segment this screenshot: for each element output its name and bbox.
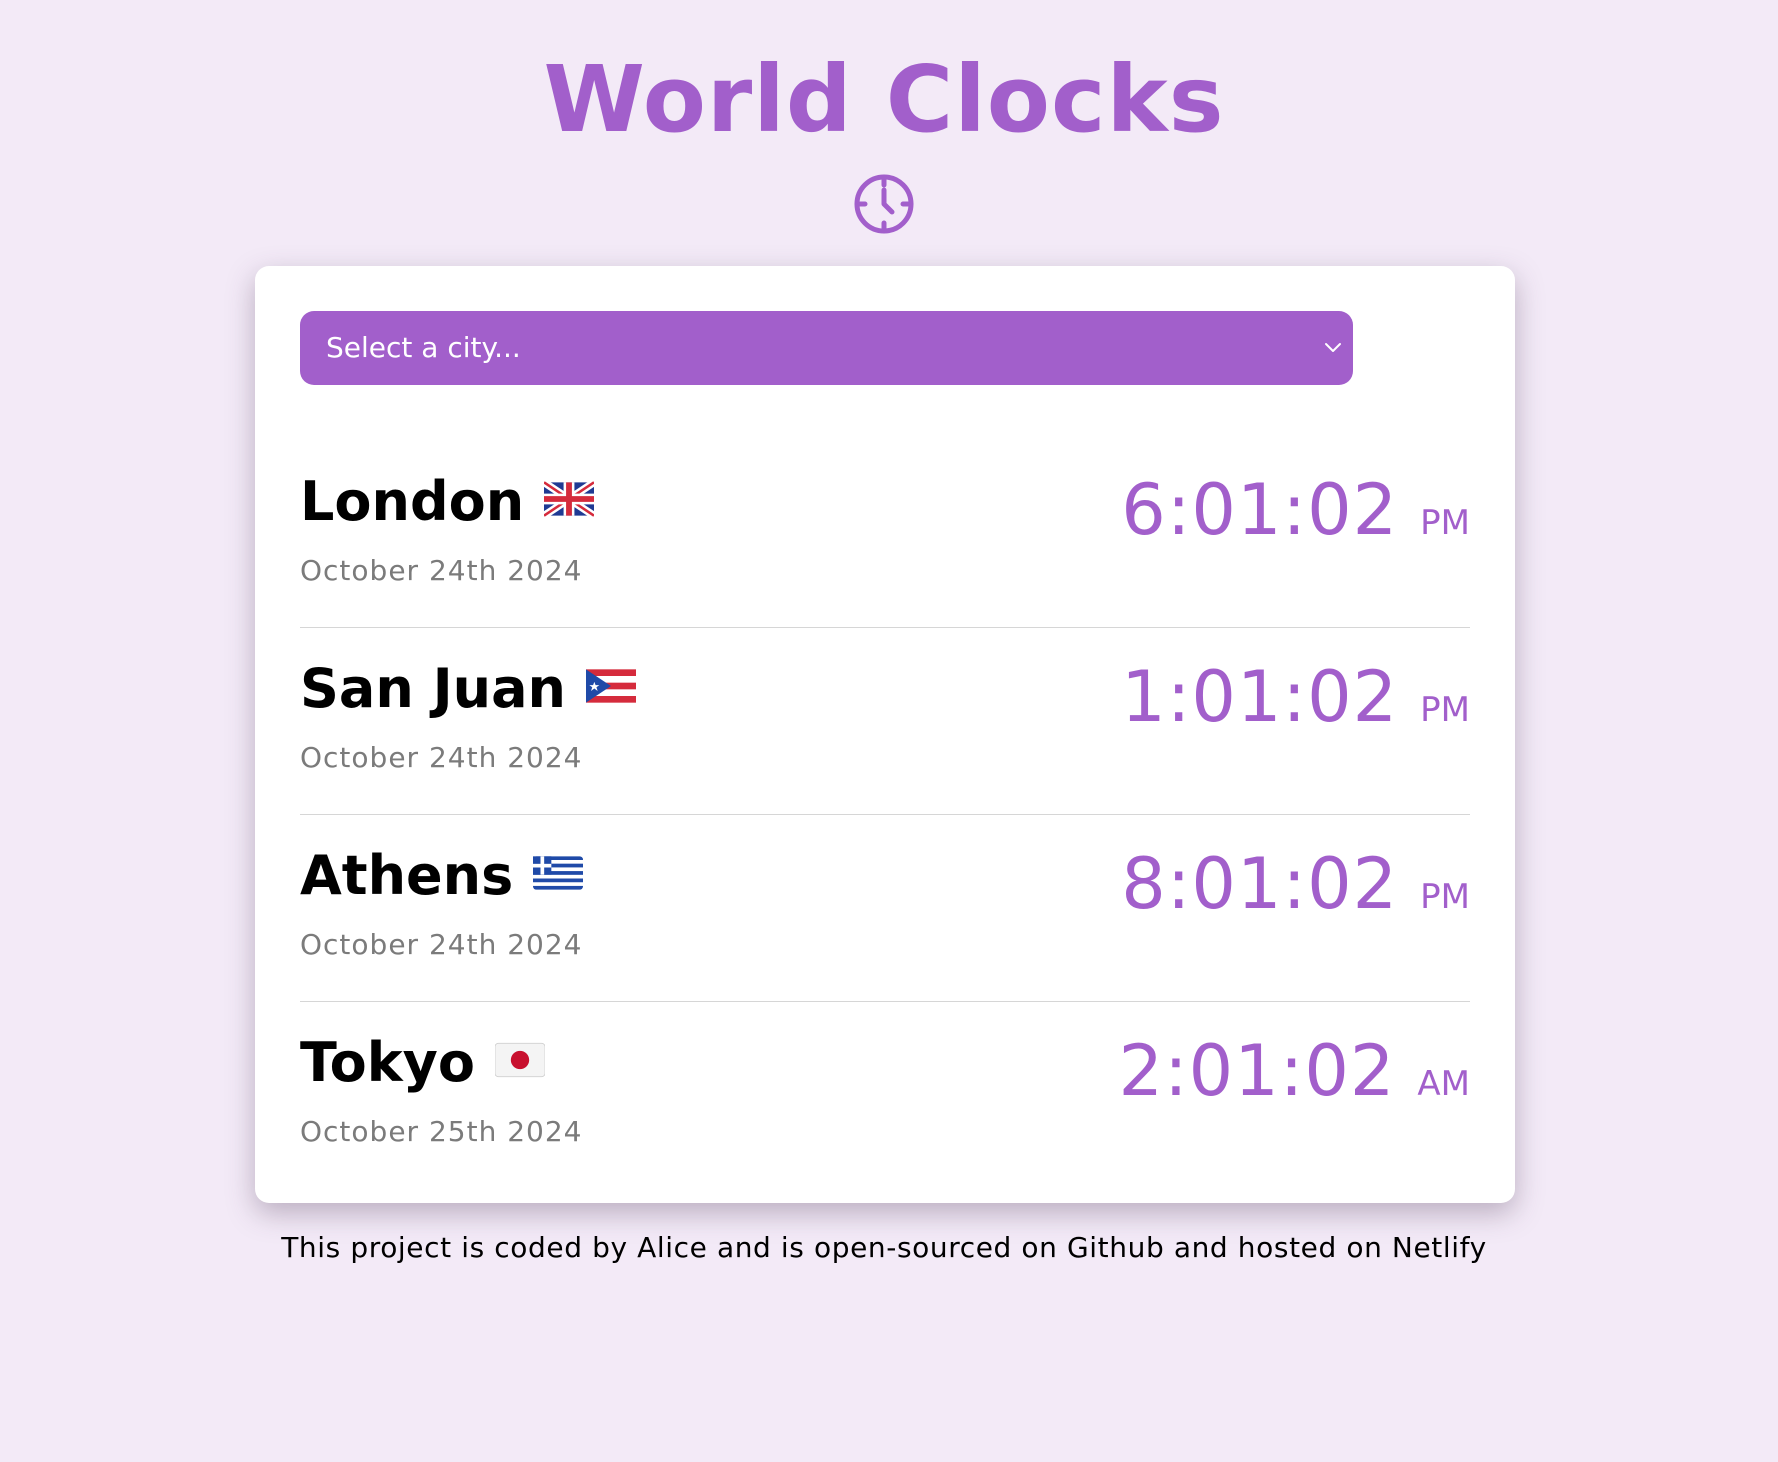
- city-name-text: Tokyo: [300, 1031, 475, 1094]
- city-date: October 24th 2024: [300, 928, 583, 961]
- time-value: 2:01:02: [1118, 1030, 1396, 1112]
- city-name-text: London: [300, 470, 525, 533]
- city-name: San Juan: [300, 657, 636, 721]
- city-name: London: [300, 470, 595, 534]
- city-name: Athens: [300, 844, 584, 908]
- city-time: 8:01:02 PM: [1121, 844, 1470, 924]
- city-date: October 24th 2024: [300, 741, 583, 774]
- city-name-text: Athens: [300, 844, 514, 907]
- time-ampm: AM: [1417, 1064, 1470, 1104]
- puerto-rico-flag-icon: [586, 669, 636, 704]
- city-date: October 24th 2024: [300, 554, 583, 587]
- city-name-text: San Juan: [300, 657, 566, 720]
- city-time: 2:01:02 AM: [1119, 1031, 1470, 1111]
- page-title: World Clocks: [543, 46, 1225, 153]
- time-value: 6:01:02: [1121, 469, 1399, 551]
- footer-credits: This project is coded by Alice and is op…: [281, 1231, 1487, 1264]
- chevron-down-icon: [1325, 343, 1341, 352]
- time-value: 8:01:02: [1121, 843, 1399, 925]
- japan-flag-icon: [494, 1043, 545, 1078]
- city-name: Tokyo: [300, 1031, 545, 1095]
- greece-flag-icon: [533, 856, 584, 891]
- clock-card: Select a city... London October 24th 202…: [255, 266, 1515, 1203]
- city-time: 6:01:02 PM: [1121, 470, 1470, 550]
- city-select-label: Select a city...: [326, 331, 521, 364]
- city-row-london: London October 24th 2024 6:01:02 PM: [300, 440, 1470, 628]
- time-ampm: PM: [1420, 503, 1470, 543]
- city-row-athens: Athens October 24th 2024 8:01:02 PM: [300, 814, 1470, 1002]
- city-row-tokyo: Tokyo October 25th 2024 2:01:02 AM: [300, 1001, 1470, 1188]
- city-time: 1:01:02 PM: [1121, 657, 1470, 737]
- time-ampm: PM: [1420, 877, 1470, 917]
- clock-icon: [854, 174, 914, 234]
- city-row-san-juan: San Juan October 24th 2024 1:01:02 PM: [300, 627, 1470, 815]
- city-date: October 25th 2024: [300, 1115, 583, 1148]
- uk-flag-icon: [544, 481, 595, 518]
- city-select[interactable]: Select a city...: [300, 311, 1353, 385]
- time-ampm: PM: [1420, 690, 1470, 730]
- page: World Clocks Select a city... London Oct…: [0, 0, 1778, 1462]
- time-value: 1:01:02: [1121, 656, 1399, 738]
